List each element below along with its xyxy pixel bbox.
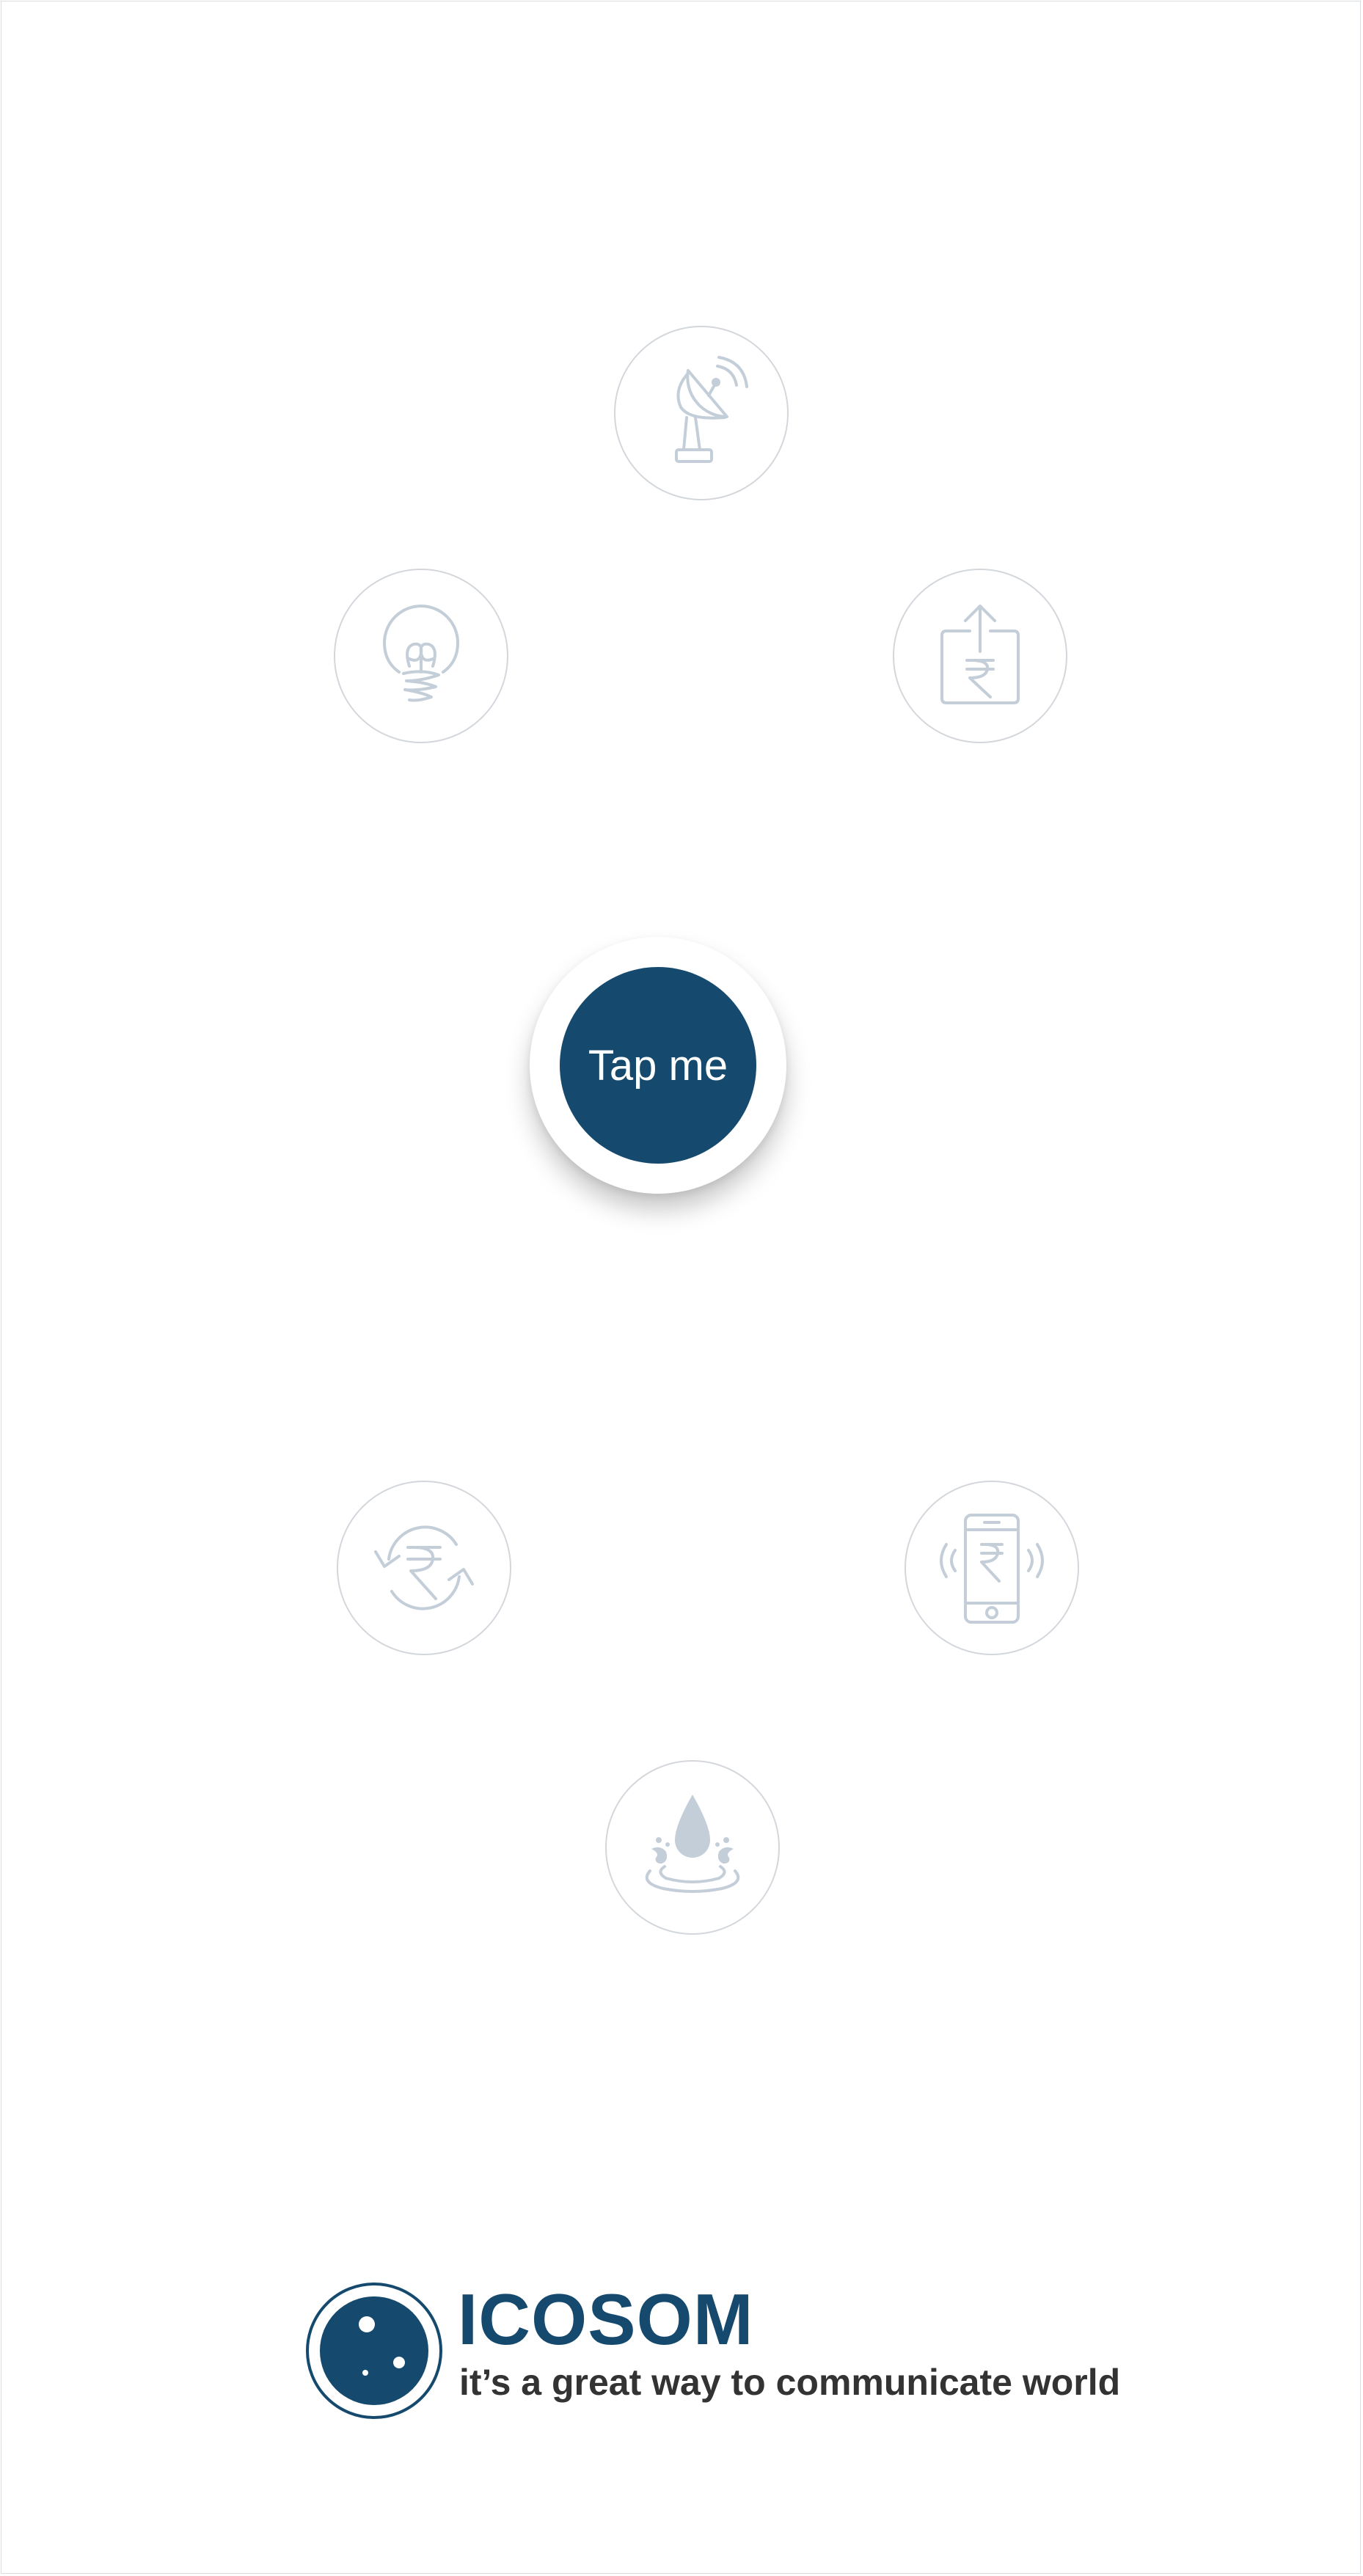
mobile-rupee-icon <box>940 1514 1044 1624</box>
tap-me-button[interactable]: Tap me <box>560 967 756 1164</box>
water-bill-button[interactable] <box>605 1760 780 1935</box>
lightbulb-icon <box>383 605 459 702</box>
icosom-logo <box>306 2283 442 2419</box>
send-money-button[interactable] <box>893 569 1067 743</box>
money-transfer-button[interactable] <box>337 1481 511 1655</box>
tap-button-halo: Tap me <box>530 937 786 1194</box>
rupee-exchange-icon <box>374 1525 474 1610</box>
electricity-bill-button[interactable] <box>334 569 508 743</box>
mobile-recharge-button[interactable] <box>905 1481 1079 1655</box>
brand-tagline: it’s a great way to communicate world <box>459 2362 1121 2403</box>
water-drop-icon <box>645 1795 740 1893</box>
rupee-upload-icon <box>940 605 1020 704</box>
brand-name: ICOSOM <box>458 2279 754 2360</box>
dth-recharge-button[interactable] <box>614 326 789 500</box>
satellite-dish-icon <box>675 356 748 463</box>
brand-footer: ICOSOM it’s a great way to communicate w… <box>305 2279 1120 2423</box>
